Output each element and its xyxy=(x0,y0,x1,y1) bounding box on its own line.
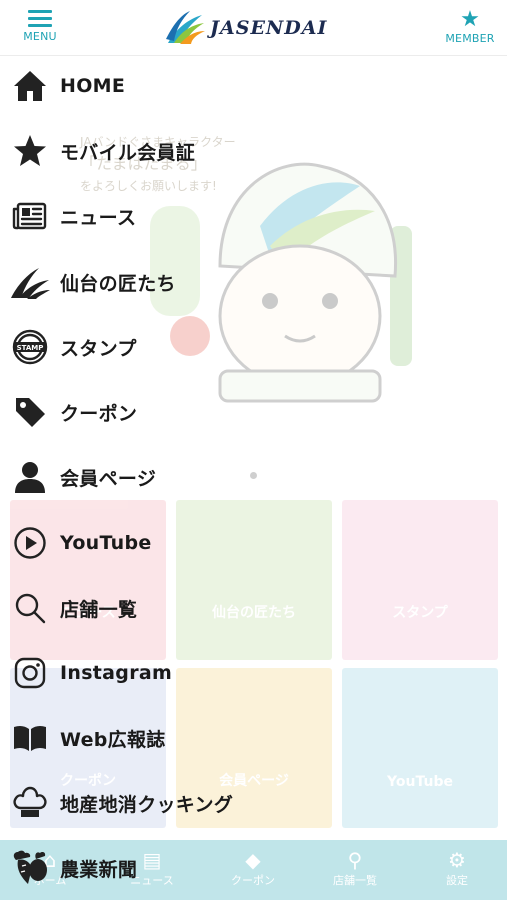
search-icon xyxy=(15,593,46,624)
brand-name: JASENDAI xyxy=(210,17,328,39)
menu-item-label: 農業新聞 xyxy=(60,858,138,881)
member-button[interactable]: ★ MEMBER xyxy=(435,7,505,46)
menu-item-label: HOME xyxy=(60,75,126,97)
menu-item-youtube[interactable]: YouTube xyxy=(8,513,152,573)
member-label: MEMBER xyxy=(445,32,495,45)
menu-item-label: Instagram xyxy=(60,662,173,684)
menu-item-news[interactable]: ニュース xyxy=(8,186,136,246)
ja-leaf-logo-icon xyxy=(166,11,205,44)
menu-item-home[interactable]: HOME xyxy=(8,56,125,116)
menu-item-takumi[interactable]: 仙台の匠たち xyxy=(8,252,176,312)
menu-item-store-list[interactable]: 店舗一覧 xyxy=(8,578,137,638)
menu-item-agriculture-newspaper[interactable]: 農業新聞 xyxy=(8,838,137,898)
stamp-icon: STAMP xyxy=(12,329,48,365)
leaf-logo-icon xyxy=(11,268,50,299)
book-icon xyxy=(14,725,46,751)
app-header: MENU JASENDAI ★ MEMBER xyxy=(0,0,507,56)
menu-item-web-magazine[interactable]: Web広報誌 xyxy=(8,708,166,768)
menu-item-stamp[interactable]: STAMP スタンプ xyxy=(8,317,137,377)
menu-item-label: ニュース xyxy=(60,206,137,229)
svg-text:STAMP: STAMP xyxy=(17,344,44,352)
menu-item-member-page[interactable]: 会員ページ xyxy=(8,447,156,507)
menu-item-instagram[interactable]: Instagram xyxy=(8,643,172,703)
menu-item-label: スタンプ xyxy=(60,337,137,360)
menu-item-label: 仙台の匠たち xyxy=(60,272,176,295)
play-circle-icon xyxy=(14,527,46,559)
person-icon xyxy=(15,462,45,493)
menu-item-label: 会員ページ xyxy=(60,467,157,490)
vegetables-icon xyxy=(13,850,47,884)
menu-item-label: クーポン xyxy=(60,402,138,425)
home-icon xyxy=(14,71,46,101)
menu-button[interactable]: MENU xyxy=(5,10,75,43)
tag-icon xyxy=(16,398,45,427)
menu-item-label: 店舗一覧 xyxy=(60,598,138,621)
hamburger-icon xyxy=(28,10,52,28)
menu-item-label: YouTube xyxy=(60,532,152,554)
newspaper-icon xyxy=(12,202,47,230)
chef-hat-icon xyxy=(13,786,47,817)
brand-logo[interactable]: JASENDAI xyxy=(166,8,327,48)
menu-item-label: Web広報誌 xyxy=(60,728,166,751)
menu-item-label: モバイル会員証 xyxy=(60,141,196,164)
member-star-icon: ★ xyxy=(460,7,480,32)
side-menu-drawer: HOME モバイル会員証 ニュース 仙台の匠たち STAMP スタンプ クーポン… xyxy=(0,56,507,900)
menu-item-coupon[interactable]: クーポン xyxy=(8,382,137,442)
menu-item-local-cooking[interactable]: 地産地消クッキング xyxy=(8,773,233,833)
menu-item-label: 地産地消クッキング xyxy=(60,793,234,816)
menu-label: MENU xyxy=(23,30,57,43)
instagram-icon xyxy=(14,657,46,689)
menu-item-mobile-member-card[interactable]: モバイル会員証 xyxy=(8,121,195,181)
star-icon xyxy=(14,135,46,166)
